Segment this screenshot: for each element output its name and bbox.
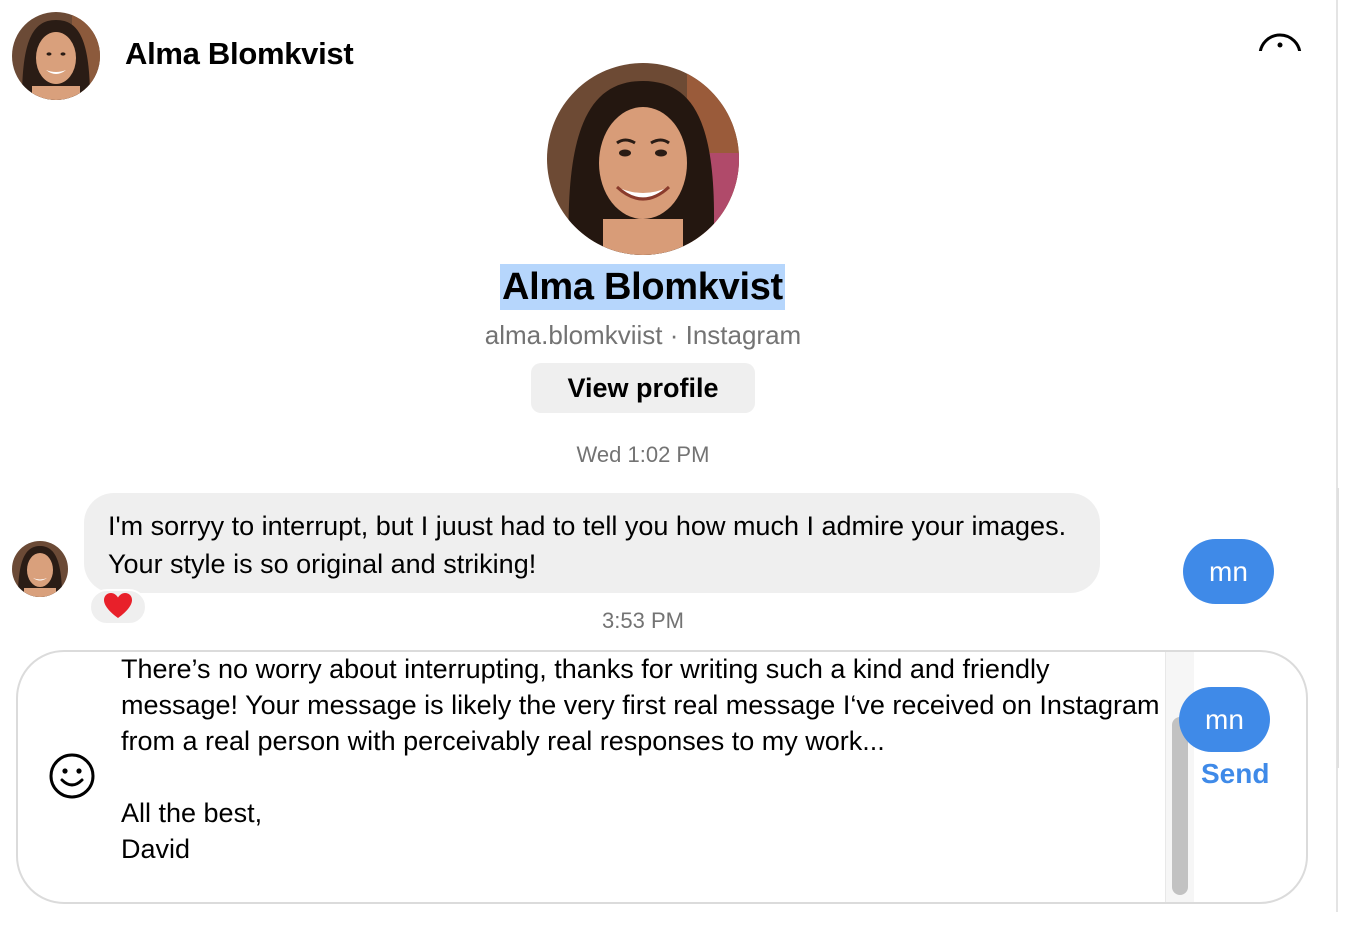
timestamp: Wed 1:02 PM: [576, 442, 710, 467]
info-icon[interactable]: [1258, 33, 1302, 51]
panel-divider: [1336, 0, 1338, 912]
profile-name: Alma Blomkvist: [500, 264, 785, 310]
header-avatar[interactable]: [12, 12, 100, 100]
profile-avatar[interactable]: [547, 63, 739, 255]
smiley-face-icon[interactable]: [48, 752, 96, 800]
header-contact-name[interactable]: Alma Blomkvist: [125, 36, 354, 72]
message-input[interactable]: There’s no worry about interrupting, tha…: [121, 651, 1161, 867]
panel-scrollbar[interactable]: [1337, 488, 1339, 768]
message-avatar[interactable]: [12, 541, 68, 597]
outgoing-message-bubble[interactable]: mn: [1179, 687, 1270, 752]
incoming-message-bubble[interactable]: I'm sorryy to interrupt, but I juust had…: [84, 493, 1100, 593]
outgoing-message-bubble[interactable]: mn: [1183, 539, 1274, 604]
composer-scrollbar-thumb[interactable]: [1172, 717, 1188, 895]
view-profile-button[interactable]: View profile: [531, 363, 755, 413]
timestamp: 3:53 PM: [602, 608, 684, 633]
send-button[interactable]: Send: [1201, 758, 1269, 790]
profile-username: alma.blomkviist · Instagram: [484, 320, 802, 350]
